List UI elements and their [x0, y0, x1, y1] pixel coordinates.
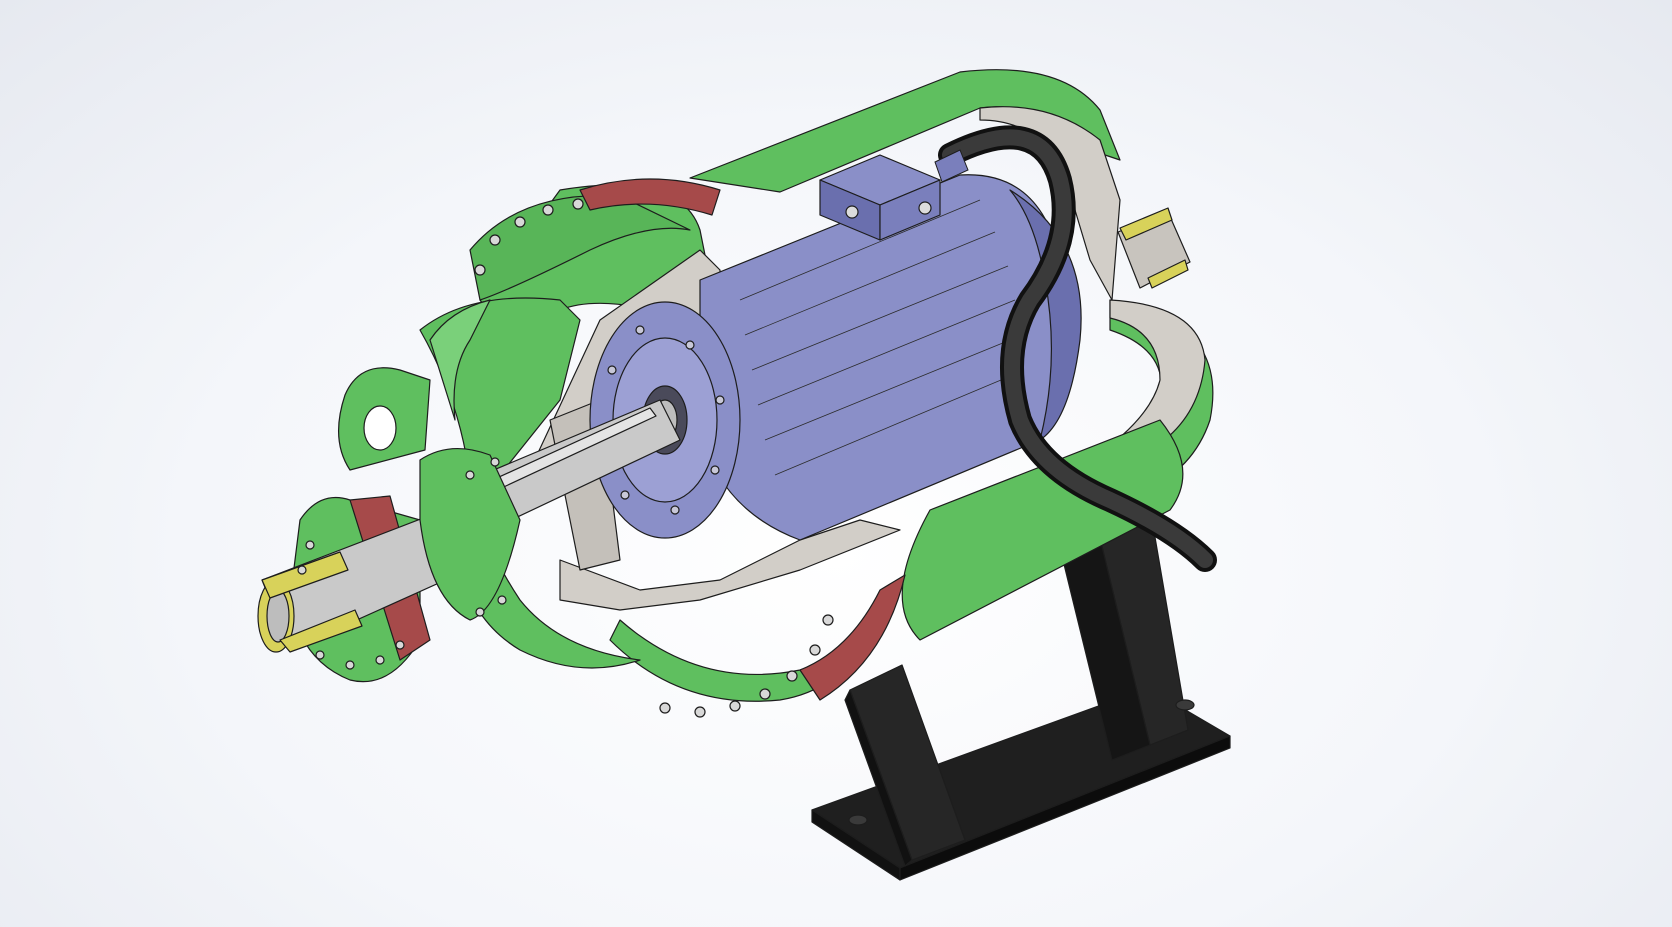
- bolt-icon: [809, 644, 821, 656]
- bolt-icon: [475, 607, 485, 617]
- bolt-icon: [786, 670, 798, 682]
- bolt-icon: [315, 650, 325, 660]
- bolt-icon: [542, 204, 554, 216]
- bolt-icon: [635, 325, 645, 335]
- bolt-icon: [710, 465, 720, 475]
- bolt-icon: [659, 702, 671, 714]
- bolt-icon: [297, 565, 307, 575]
- bolt-icon: [670, 505, 680, 515]
- terminal-screw-icon: [918, 201, 932, 215]
- bolt-icon: [572, 198, 584, 210]
- bolt-icon: [465, 470, 475, 480]
- bolt-icon: [497, 595, 507, 605]
- bolt-icon: [345, 660, 355, 670]
- front-inlet[interactable]: [257, 447, 521, 683]
- bolt-icon: [685, 340, 695, 350]
- bolt-icon: [729, 700, 741, 712]
- cad-viewport[interactable]: [0, 0, 1672, 927]
- bolt-icon: [514, 216, 526, 228]
- bolt-icon: [489, 234, 501, 246]
- motor-assembly-section-view[interactable]: [0, 0, 1672, 927]
- bolt-icon: [395, 640, 405, 650]
- bolt-icon: [822, 614, 834, 626]
- bolt-icon: [490, 457, 500, 467]
- lifting-lug-hole: [363, 405, 397, 451]
- stand-bolt-hole-left: [848, 814, 868, 826]
- bolt-icon: [694, 706, 706, 718]
- rear-outlet-pipe[interactable]: [1117, 207, 1191, 289]
- bolt-icon: [715, 395, 725, 405]
- stand-bolt-hole-right: [1175, 699, 1195, 711]
- bolt-icon: [607, 365, 617, 375]
- bolt-icon: [305, 540, 315, 550]
- bolt-icon: [474, 264, 486, 276]
- bolt-icon: [375, 655, 385, 665]
- terminal-screw-icon: [845, 205, 859, 219]
- bolt-icon: [759, 688, 771, 700]
- bolt-icon: [620, 490, 630, 500]
